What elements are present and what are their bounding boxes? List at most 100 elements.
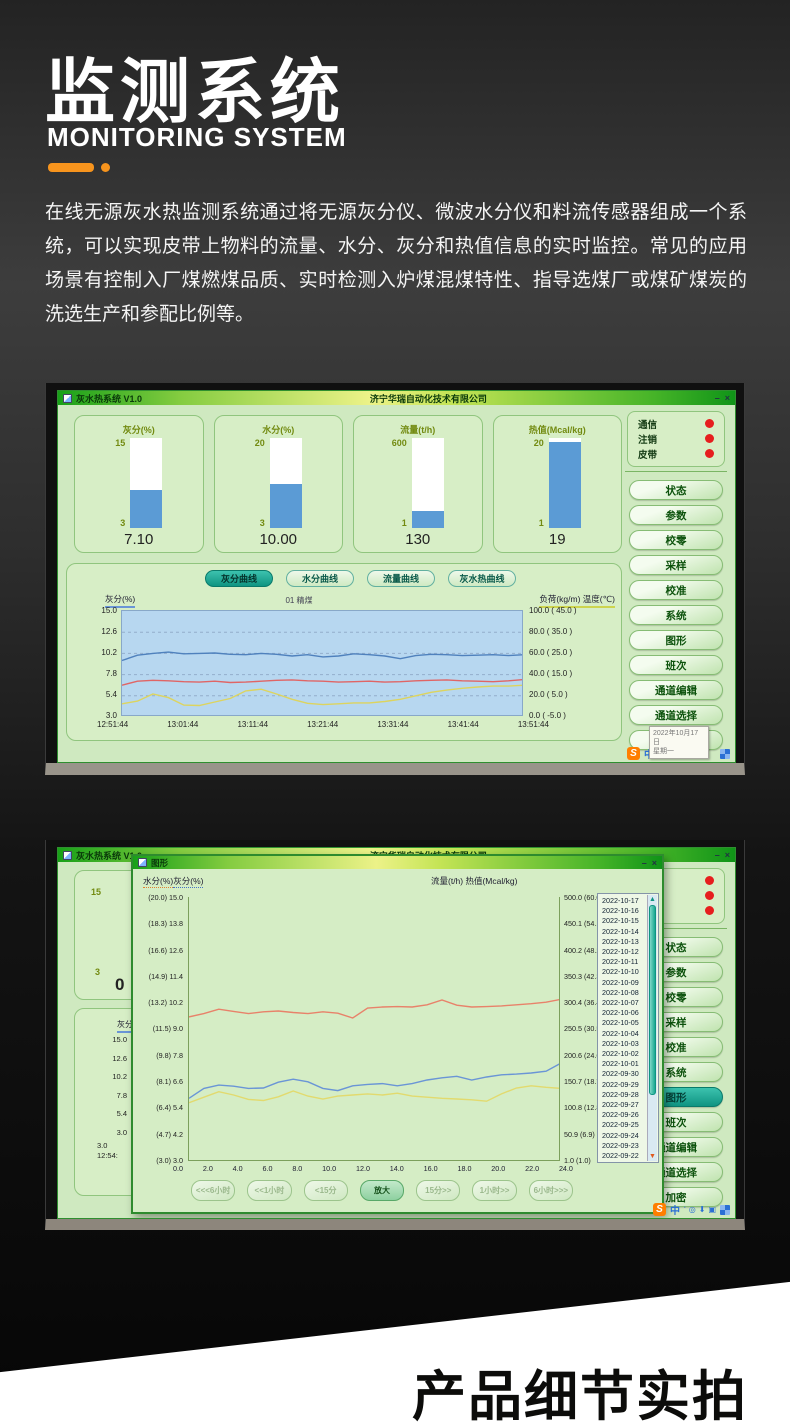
sidebar-button[interactable]: 参数 [629, 505, 723, 525]
date-list[interactable]: 2022-10-172022-10-162022-10-152022-10-14… [597, 893, 659, 1163]
window-icon [63, 851, 72, 860]
axis-tick: (13.2) 10.2 [133, 998, 183, 1007]
time-zoom-button[interactable]: 15分>> [416, 1180, 460, 1201]
axis-tick: 3.0 [97, 1141, 118, 1151]
gauge-panel: 热值(Mcal/kg) 20 1 19 [493, 415, 623, 553]
sidebar-buttons: 状态 参数 校零 采样 校准 系统 图形 班次 通道编辑 [625, 471, 727, 750]
ime-language-icon[interactable]: 中 [670, 1202, 680, 1217]
curve-tab[interactable]: 水分曲线 [286, 570, 354, 587]
curve-tab[interactable]: 灰水热曲线 [448, 570, 516, 587]
time-zoom-button[interactable]: 1小时>> [472, 1180, 516, 1201]
axis-tick: 13:31:44 [377, 720, 408, 729]
sidebar-button[interactable]: 系统 [629, 605, 723, 625]
close-button[interactable]: × [725, 393, 730, 403]
time-zoom-button[interactable]: <15分 [304, 1180, 348, 1201]
gauge-min-label: 3 [95, 967, 100, 977]
sidebar-button[interactable]: 校准 [629, 580, 723, 600]
curve-tab[interactable]: 流量曲线 [367, 570, 435, 587]
axis-tick: (14.9) 11.4 [133, 972, 183, 981]
axis-tick: 22.0 [525, 1164, 539, 1173]
axis-tick: (16.6) 12.6 [133, 946, 183, 955]
gauge-row: 灰分(%) 15 3 7.10 水分(%) [74, 415, 622, 553]
sidebar-button[interactable]: 通道编辑 [629, 680, 723, 700]
status-label: 皮带 [638, 447, 657, 461]
sidebar-button[interactable]: 图形 [629, 630, 723, 650]
date-list-scrollbar[interactable]: ▲ ▼ [647, 895, 657, 1161]
windows-grid-icon[interactable] [720, 749, 730, 759]
status-row: 通信 [638, 416, 714, 431]
gauge-value: 19 [494, 531, 622, 548]
close-button[interactable]: × [725, 850, 730, 860]
screenshot-1: 灰水热系统 V1.0 济宁华瑞自动化技术有限公司 – × 灰分(%) 15 3 [45, 383, 745, 775]
axis-tick: (9.8) 7.8 [133, 1051, 183, 1060]
tray-icon[interactable]: ◎ [689, 1205, 696, 1214]
sidebar-button[interactable]: 通道选择 [629, 705, 723, 725]
sidebar-button[interactable]: 采样 [629, 555, 723, 575]
dialog-titlebar[interactable]: 图形 – × [133, 856, 662, 869]
axis-tick: 12.6 [83, 627, 117, 636]
axis-tick: 0.0 [173, 1164, 183, 1173]
tray-icon[interactable]: ʻ [684, 1205, 686, 1214]
minimize-button[interactable]: – [642, 858, 647, 868]
windows-grid-icon[interactable] [720, 1205, 730, 1215]
zoom-buttons: <<<6小时 <<1小时 <15分 放大 15分>> 1小时>> 6小时>>> [191, 1180, 573, 1201]
axis-tick: 4.0 [233, 1164, 243, 1173]
gauge-max-label: 20 [534, 438, 544, 448]
axis-tick: 13:51:44 [518, 720, 549, 729]
axis-tick: 10.2 [83, 648, 117, 657]
axis-tick: 12.0 [356, 1164, 370, 1173]
gauge-min-label: 3 [255, 518, 265, 528]
titlebar[interactable]: 灰水热系统 V1.0 济宁华瑞自动化技术有限公司 – × [58, 391, 735, 405]
axis-tick: 10.0 [322, 1164, 336, 1173]
main-window: 灰水热系统 V1.0 济宁华瑞自动化技术有限公司 – × 灰分(%) 15 3 [57, 390, 736, 763]
trend-chart-panel: 灰分曲线 水分曲线 流量曲线 灰水热曲线 灰分(%) 01 精煤 负荷(kg/m… [66, 563, 622, 741]
scrollbar-thumb[interactable] [649, 905, 656, 1095]
axis-tick: 14.0 [390, 1164, 404, 1173]
gauge-value: 10.00 [215, 531, 343, 548]
status-label: 注销 [638, 432, 657, 446]
status-indicator-dot [705, 906, 714, 915]
time-zoom-button[interactable]: <<1小时 [247, 1180, 291, 1201]
gauge-bar [549, 438, 581, 528]
sogou-input-icon[interactable]: S [627, 747, 640, 760]
gauge-bar [130, 438, 162, 528]
sidebar-button[interactable]: 班次 [629, 655, 723, 675]
accent-underline [48, 163, 110, 172]
gauge-panel: 水分(%) 20 3 10.00 [214, 415, 344, 553]
gauge-min-label: 1 [392, 518, 407, 528]
sidebar-button[interactable]: 校零 [629, 530, 723, 550]
moisture-axis-label: 水分(%) [143, 876, 173, 888]
sogou-input-icon[interactable]: S [653, 1203, 666, 1216]
minimize-button[interactable]: – [715, 393, 720, 403]
axis-tick: 18.0 [457, 1164, 471, 1173]
main-window-background: 灰水热系统 V1.0 济宁华瑞自动化技术有限公司 – × 15 3 0 灰分(%… [57, 847, 736, 1219]
axis-tick: 100.0 ( 45.0 ) [529, 606, 621, 615]
tray-icon[interactable]: ▣ [708, 1205, 716, 1214]
axis-tick: (6.4) 5.4 [133, 1103, 183, 1112]
time-zoom-button[interactable]: <<<6小时 [191, 1180, 235, 1201]
sidebar: 通信 注销 皮带 状态 [625, 411, 727, 755]
scroll-up-icon[interactable]: ▲ [648, 895, 657, 904]
curve-tab[interactable]: 灰分曲线 [205, 570, 273, 587]
date-tooltip: 2022年10月17日 星期一 [649, 726, 709, 759]
gauge-title: 热值(Mcal/kg) [494, 423, 622, 436]
time-zoom-button[interactable]: 6小时>>> [529, 1180, 573, 1201]
close-button[interactable]: × [652, 858, 657, 868]
tray-icon[interactable]: ⬇ [699, 1205, 706, 1214]
dialog-title: 图形 [151, 857, 168, 869]
footer-title: 产品细节实拍 [412, 1352, 748, 1424]
screenshot-2: 灰水热系统 V1.0 济宁华瑞自动化技术有限公司 – × 15 3 0 灰分(%… [45, 840, 745, 1230]
axis-tick: 15.0 [91, 1035, 127, 1044]
gauge-bar-fill [549, 442, 581, 528]
axis-tick: 13:21:44 [307, 720, 338, 729]
axis-tick: 80.0 ( 35.0 ) [529, 627, 621, 636]
axis-tick: 24.0 [559, 1164, 573, 1173]
gauge-title: 灰分(%) [75, 423, 203, 436]
scroll-down-icon[interactable]: ▼ [648, 1152, 657, 1161]
window-icon [63, 394, 72, 403]
right-axis-title: 流量(t/h) 热值(Mcal/kg) [431, 875, 517, 887]
minimize-button[interactable]: – [715, 850, 720, 860]
time-zoom-button[interactable]: 放大 [360, 1180, 404, 1201]
status-row: 皮带 [638, 446, 714, 461]
sidebar-button[interactable]: 状态 [629, 480, 723, 500]
